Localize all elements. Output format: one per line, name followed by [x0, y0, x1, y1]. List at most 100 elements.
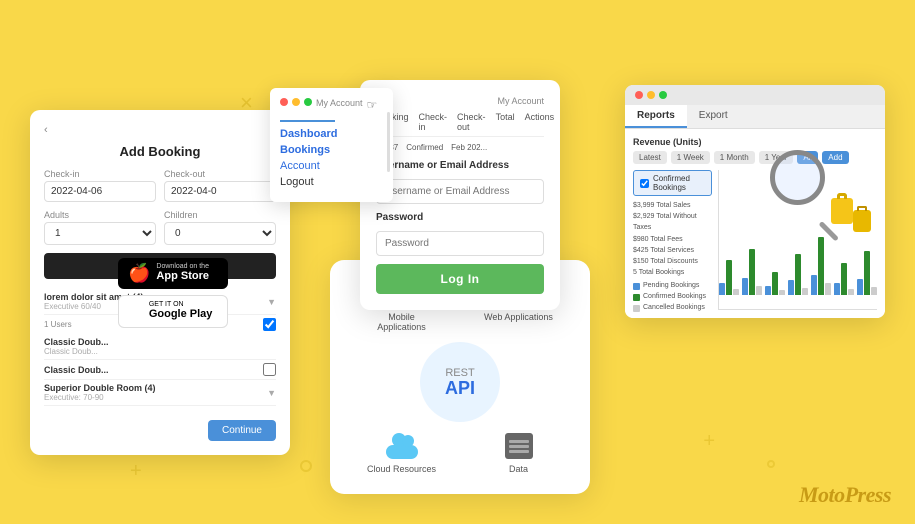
api-item-cloud: Cloud Resources [350, 432, 453, 474]
google-play-main-text: Google Play [149, 308, 213, 321]
lf-col-checkin: Check-in [419, 112, 448, 132]
bw-room-classic2: Classic Doub... [44, 360, 276, 380]
bar-green-4 [818, 237, 824, 295]
bar-blue-2 [765, 286, 771, 295]
bar-blue-5 [834, 283, 840, 295]
bar-gray-1 [756, 286, 762, 295]
lf-password-label: Password [376, 212, 544, 223]
bar-gray-0 [733, 289, 739, 295]
lf-col-checkout: Check-out [457, 112, 486, 132]
deco-plus1: + [130, 460, 142, 483]
bw-room-classic2-name: Classic Doub... [44, 365, 109, 375]
lf-row-checkin: Feb 202... [451, 143, 487, 152]
google-play-badge[interactable]: ▶ GET IT ON Google Play [118, 295, 228, 328]
lf-col-actions: Actions [525, 112, 555, 132]
dm-scrollindicator [280, 120, 335, 122]
bar-blue-0 [719, 283, 725, 295]
bw-room-superior-name: Superior Double Room (4) [44, 383, 156, 393]
rp-stat-services: $425 Total Services [633, 245, 712, 256]
appstore-main-text: App Store [156, 270, 209, 283]
dm-bookings[interactable]: Bookings [280, 144, 377, 156]
bar-group-2 [765, 272, 785, 295]
api-web-label: Web Applications [484, 312, 553, 322]
bw-room-classic2-checkbox[interactable] [263, 363, 276, 376]
magnifier [770, 150, 850, 230]
bar-group-6 [857, 251, 877, 295]
bw-room-superior: Superior Double Room (4) Executive: 70-9… [44, 380, 276, 406]
bw-checkout-field: Check-out [164, 169, 276, 202]
bar-blue-4 [811, 275, 817, 295]
dm-traffic-lights: My Account ☞ [280, 98, 377, 112]
lf-password-input[interactable] [376, 231, 544, 256]
rp-legend-pending: Pending Bookings [633, 282, 712, 290]
deco-plus2: + [703, 430, 715, 453]
bar-gray-6 [871, 287, 877, 295]
appstore-badge[interactable]: 🍎 Download on the App Store [118, 258, 228, 289]
bar-group-0 [719, 260, 739, 295]
rp-legend-items: Pending Bookings Confirmed Bookings Canc… [633, 282, 712, 312]
lf-username-input[interactable] [376, 179, 544, 204]
rp-tabs: Reports Export [625, 105, 885, 129]
bar-group-4 [811, 237, 831, 295]
appstore-text: Download on the App Store [156, 263, 209, 283]
bar-green-5 [841, 263, 847, 295]
google-play-icon: ▶ [129, 301, 143, 322]
bar-blue-6 [857, 279, 863, 295]
dm-my-account: My Account [316, 98, 363, 112]
dm-scrollbar [387, 112, 390, 172]
bar-group-1 [742, 249, 762, 295]
bw-room-superior-sub: Executive: 70-90 [44, 393, 156, 402]
google-play-text: GET IT ON Google Play [149, 301, 213, 321]
rp-legend-cancelled-dot [633, 305, 640, 312]
bw-filter-checkbox[interactable] [263, 318, 276, 331]
rp-tab-reports[interactable]: Reports [625, 105, 687, 128]
api-data-label: Data [509, 464, 528, 474]
bw-checkin-label: Check-in [44, 169, 156, 179]
bar-green-1 [749, 249, 755, 295]
bw-adults-select[interactable]: 123 [44, 222, 156, 245]
dm-logout[interactable]: Logout [280, 176, 377, 188]
dm-minimize-dot [292, 98, 300, 106]
bw-children-select[interactable]: 012 [164, 222, 276, 245]
dm-close-dot [280, 98, 288, 106]
lf-row-status: Confirmed [406, 143, 443, 152]
dropdown-menu: My Account ☞ Dashboard Bookings Account … [270, 88, 393, 202]
lf-col-total: Total [496, 112, 515, 132]
rp-topbar [625, 85, 885, 105]
bw-checkin-input[interactable] [44, 181, 156, 202]
api-mobile-label: MobileApplications [377, 312, 426, 332]
rp-confirmed-checkbox[interactable] [640, 179, 649, 188]
bw-adults-label: Adults [44, 210, 156, 220]
rp-stats: $3,999 Total Sales $2,929 Total Without … [633, 200, 712, 278]
rp-stat-fees: $980 Total Fees [633, 234, 712, 245]
rp-stat-bookings: 5 Total Bookings [633, 267, 712, 278]
lf-my-account-label: My Account [376, 96, 544, 106]
rp-stat-notax: $2,929 Total Without Taxes [633, 211, 712, 233]
bar-group-3 [788, 254, 808, 295]
bar-green-0 [726, 260, 732, 295]
api-cloud-icon [384, 432, 420, 460]
lf-table-header: Booking Check-in Check-out Total Actions [376, 112, 544, 137]
rp-tab-export[interactable]: Export [687, 105, 740, 128]
rp-close-dot [635, 91, 643, 99]
bar-blue-1 [742, 278, 748, 295]
rp-legend-pending-label: Pending Bookings [643, 282, 699, 289]
rp-legend: Confirmed Bookings $3,999 Total Sales $2… [633, 170, 712, 310]
rp-stat-sales: $3,999 Total Sales [633, 200, 712, 211]
magnifier-glass [770, 150, 825, 205]
bw-adults-field: Adults 123 [44, 210, 156, 245]
bw-checkin-checkout-row: Check-in Check-out [44, 169, 276, 202]
bw-continue-button[interactable]: Continue [208, 420, 276, 441]
rp-legend-cancelled-label: Cancelled Bookings [643, 304, 705, 311]
dm-account[interactable]: Account [280, 160, 377, 172]
lf-table-row: #1787 Confirmed Feb 202... [376, 143, 544, 152]
rp-filter-latest[interactable]: Latest [633, 151, 667, 164]
bw-checkout-input[interactable] [164, 181, 276, 202]
dm-dashboard[interactable]: Dashboard [280, 128, 377, 140]
bw-back[interactable]: ‹ [44, 124, 276, 136]
lf-login-button[interactable]: Log In [376, 264, 544, 294]
deco-circle4 [767, 460, 775, 468]
bag-yellow2 [853, 210, 871, 232]
rp-filter-1week[interactable]: 1 Week [671, 151, 710, 164]
rp-filter-1month[interactable]: 1 Month [714, 151, 755, 164]
